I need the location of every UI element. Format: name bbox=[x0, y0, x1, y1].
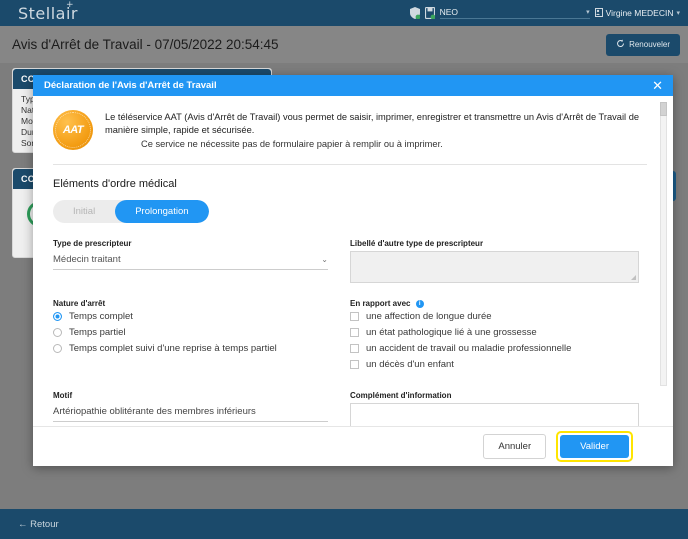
form-col-prescriber-type: Type de prescripteur Médecin traitant ⌄ bbox=[53, 239, 350, 283]
save-disk-icon[interactable] bbox=[425, 7, 435, 19]
page-title: Avis d'Arrêt de Travail - 07/05/2022 20:… bbox=[12, 37, 279, 52]
back-link[interactable]: ← Retour bbox=[18, 519, 59, 530]
checkbox-icon bbox=[350, 360, 359, 369]
toggle-option-prolongation[interactable]: Prolongation bbox=[115, 200, 208, 223]
modal-scrollbar-thumb[interactable] bbox=[660, 102, 667, 116]
checkbox-label: un état pathologique lié à une grossesse bbox=[366, 327, 537, 338]
cancel-button[interactable]: Annuler bbox=[483, 434, 546, 459]
motif-label: Motif bbox=[53, 391, 328, 400]
form-row-nature: Nature d'arrêt Temps complet Temps parti… bbox=[53, 299, 647, 375]
toggle-option-initial[interactable]: Initial bbox=[53, 200, 115, 223]
intro-main-text: Le téléservice AAT (Avis d'Arrêt de Trav… bbox=[105, 112, 639, 135]
checkbox-icon bbox=[350, 312, 359, 321]
close-icon[interactable]: ✕ bbox=[650, 79, 665, 92]
arret-type-toggle: Initial Prolongation bbox=[53, 200, 209, 223]
modal-footer: Annuler Valider bbox=[33, 426, 673, 466]
motif-value: Artériopathie oblitérante des membres in… bbox=[53, 406, 256, 417]
radio-icon bbox=[53, 344, 62, 353]
info-icon[interactable]: i bbox=[416, 300, 424, 308]
form-col-related: En rapport avec i une affection de longu… bbox=[350, 299, 647, 375]
neo-selector[interactable]: NEO ▾ bbox=[440, 7, 590, 19]
radio-temps-complet-reprise[interactable]: Temps complet suivi d'une reprise à temp… bbox=[53, 343, 328, 354]
radio-label: Temps partiel bbox=[69, 327, 126, 338]
checkbox-icon bbox=[350, 328, 359, 337]
aat-logo-icon: AAT bbox=[53, 110, 93, 150]
nature-label: Nature d'arrêt bbox=[53, 299, 328, 308]
neo-selector-value: NEO bbox=[440, 7, 586, 17]
checkbox-deces-enfant[interactable]: un décès d'un enfant bbox=[350, 359, 639, 370]
back-link-label: Retour bbox=[30, 519, 59, 530]
form-col-nature: Nature d'arrêt Temps complet Temps parti… bbox=[53, 299, 350, 375]
modal-title: Déclaration de l'Avis d'Arrêt de Travail bbox=[44, 80, 217, 91]
app-root: Stellair + NEO ▾ bbox=[0, 0, 688, 539]
form-row-motif: Motif Artériopathie oblitérante des memb… bbox=[53, 391, 647, 427]
back-arrow-icon: ← bbox=[18, 519, 28, 530]
chevron-down-icon: ⌄ bbox=[321, 255, 328, 264]
section-title-medical: Eléments d'ordre médical bbox=[53, 178, 647, 190]
related-label: En rapport avec i bbox=[350, 299, 639, 308]
intro-block: AAT Le téléservice AAT (Avis d'Arrêt de … bbox=[53, 108, 647, 151]
form-row-prescriber: Type de prescripteur Médecin traitant ⌄ … bbox=[53, 239, 647, 283]
renew-button[interactable]: Renouveler bbox=[606, 34, 680, 56]
intro-divider bbox=[53, 164, 647, 165]
radio-temps-complet[interactable]: Temps complet bbox=[53, 311, 328, 322]
complement-label: Complément d'information bbox=[350, 391, 639, 400]
radio-icon bbox=[53, 328, 62, 337]
chevron-down-icon: ▾ bbox=[586, 8, 590, 16]
renew-button-label: Renouveler bbox=[629, 40, 670, 49]
refresh-icon bbox=[616, 39, 625, 50]
form-col-motif: Motif Artériopathie oblitérante des memb… bbox=[53, 391, 350, 427]
validate-button[interactable]: Valider bbox=[560, 435, 629, 458]
user-card-icon bbox=[595, 8, 603, 19]
prescriber-type-value: Médecin traitant bbox=[53, 254, 121, 265]
user-menu[interactable]: Virgine MEDECIN ▾ bbox=[595, 8, 680, 19]
modal-body: AAT Le téléservice AAT (Avis d'Arrêt de … bbox=[33, 96, 673, 426]
top-app-bar: Stellair + NEO ▾ bbox=[0, 0, 688, 26]
radio-label: Temps complet suivi d'une reprise à temp… bbox=[69, 343, 277, 354]
shield-icon[interactable] bbox=[410, 7, 420, 19]
page-footer: ← Retour bbox=[0, 509, 688, 539]
form-col-complement: Complément d'information bbox=[350, 391, 647, 427]
checkbox-label: une affection de longue durée bbox=[366, 311, 492, 322]
modal-scrollbar-track[interactable] bbox=[660, 102, 667, 386]
complement-textarea[interactable] bbox=[350, 403, 639, 427]
aat-logo-ring bbox=[55, 112, 91, 148]
app-logo[interactable]: Stellair + bbox=[18, 4, 78, 23]
intro-sub-text: Ce service ne nécessite pas de formulair… bbox=[105, 138, 647, 151]
modal-header: Déclaration de l'Avis d'Arrêt de Travail… bbox=[33, 75, 673, 96]
prescriber-type-label: Type de prescripteur bbox=[53, 239, 328, 248]
motif-input[interactable]: Artériopathie oblitérante des membres in… bbox=[53, 403, 328, 422]
checkbox-etat-pathologique-grossesse[interactable]: un état pathologique lié à une grossesse bbox=[350, 327, 639, 338]
checkbox-accident-travail[interactable]: un accident de travail ou maladie profes… bbox=[350, 343, 639, 354]
other-prescriber-label: Libellé d'autre type de prescripteur bbox=[350, 239, 639, 248]
related-label-text: En rapport avec bbox=[350, 299, 410, 308]
checkbox-label: un décès d'un enfant bbox=[366, 359, 454, 370]
page-title-bar: Avis d'Arrêt de Travail - 07/05/2022 20:… bbox=[0, 26, 688, 63]
prescriber-type-select[interactable]: Médecin traitant ⌄ bbox=[53, 251, 328, 270]
other-prescriber-textarea[interactable] bbox=[350, 251, 639, 283]
aat-declaration-modal: Déclaration de l'Avis d'Arrêt de Travail… bbox=[33, 75, 673, 466]
user-chevron-down-icon: ▾ bbox=[676, 9, 680, 17]
form-col-other-prescriber: Libellé d'autre type de prescripteur bbox=[350, 239, 647, 283]
radio-label: Temps complet bbox=[69, 311, 133, 322]
app-logo-plus: + bbox=[66, 0, 74, 10]
checkbox-icon bbox=[350, 344, 359, 353]
radio-temps-partiel[interactable]: Temps partiel bbox=[53, 327, 328, 338]
checkbox-label: un accident de travail ou maladie profes… bbox=[366, 343, 571, 354]
radio-icon bbox=[53, 312, 62, 321]
user-menu-label: Virgine MEDECIN bbox=[606, 8, 674, 18]
top-bar-right-cluster: NEO ▾ Virgine MEDECIN ▾ bbox=[410, 7, 680, 19]
checkbox-affection-longue-duree[interactable]: une affection de longue durée bbox=[350, 311, 639, 322]
intro-text: Le téléservice AAT (Avis d'Arrêt de Trav… bbox=[105, 108, 647, 151]
validate-button-highlight: Valider bbox=[556, 431, 633, 462]
